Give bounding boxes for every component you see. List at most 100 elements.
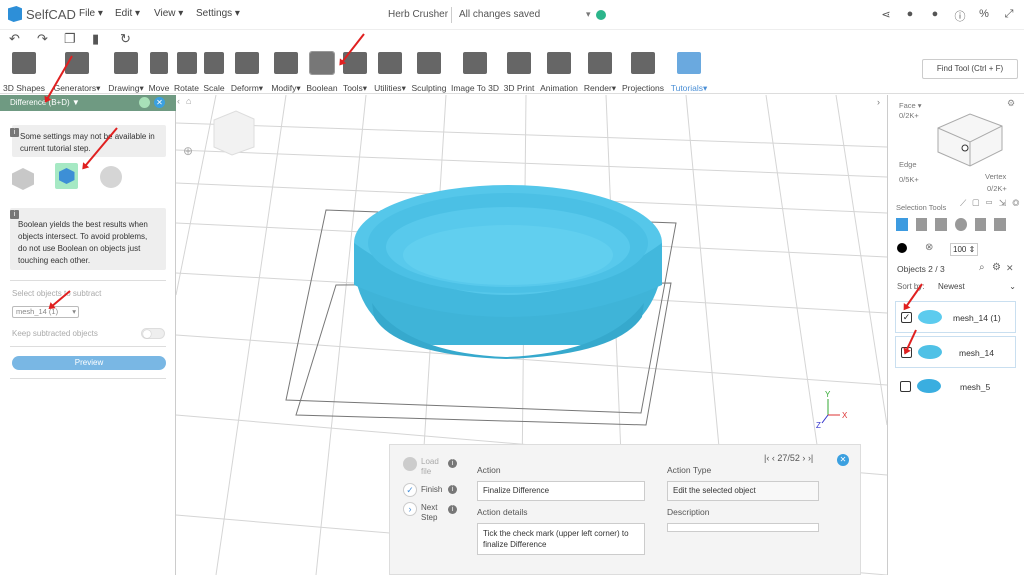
select-cube-icon[interactable] (896, 218, 908, 231)
search-icon[interactable]: ⌕ (979, 262, 985, 273)
settings-icon[interactable]: ⚙ (992, 262, 1001, 273)
texture-icon[interactable]: ⊗ (925, 242, 933, 253)
tool-image-to-3d[interactable]: Image To 3D (450, 52, 500, 93)
difference-option[interactable] (55, 163, 78, 189)
edge-label: Edge (899, 160, 917, 169)
menu-edit[interactable]: Edit ▾ (115, 8, 140, 19)
selection-tools-label: Selection Tools (896, 203, 947, 212)
tool-animation[interactable]: Animation (538, 52, 580, 93)
info-icon[interactable]: i (448, 459, 457, 468)
tool-projections[interactable]: Projections (620, 52, 666, 93)
chevron-down-icon[interactable]: ▾ (586, 9, 591, 20)
menu-view[interactable]: View ▾ (154, 8, 183, 19)
home-icon[interactable]: ⌂ (186, 96, 191, 106)
intersection-icon[interactable] (100, 166, 122, 188)
select-object-icon[interactable] (994, 218, 1007, 231)
bowl-mesh[interactable] (354, 185, 662, 359)
warning-text: Some settings may not be available in cu… (20, 132, 155, 153)
description-label: Description (667, 507, 710, 517)
tool-deform[interactable]: Deform▾ (228, 52, 266, 94)
object-name: mesh_5 (960, 382, 991, 392)
tool-drawing[interactable]: Drawing▾ (105, 52, 147, 94)
selection-cube-icon[interactable] (930, 108, 1010, 170)
next-step-icon[interactable]: › (802, 453, 805, 463)
tool-utilities[interactable]: Utilities▾ (371, 52, 409, 94)
color-swatch[interactable] (897, 243, 907, 253)
close-icon[interactable]: ✕ (1006, 263, 1014, 274)
check-icon: ✓ (403, 483, 417, 497)
step-counter: 27/52 (777, 453, 800, 463)
select-sphere-icon[interactable] (955, 218, 967, 231)
move-icon (150, 52, 168, 74)
details-label: Action details (477, 507, 528, 517)
tutorial-pager: |‹ ‹ 27/52 › ›| (764, 453, 813, 463)
object-checkbox[interactable]: ✓ (901, 312, 912, 323)
menu-settings[interactable]: Settings ▾ (196, 8, 240, 19)
info-icon[interactable]: i (448, 485, 457, 494)
last-step-icon[interactable]: ›| (808, 453, 813, 463)
preview-button[interactable]: Preview (12, 356, 166, 370)
object-checkbox[interactable] (900, 381, 911, 392)
sort-select[interactable]: Newest ⌄ (938, 282, 1016, 291)
tool-move[interactable]: Move (148, 52, 170, 93)
select-wire-icon[interactable] (915, 218, 928, 231)
collapse-right-icon[interactable]: › (877, 97, 880, 107)
tool-generators[interactable]: Generators▾ (51, 52, 103, 94)
close-panel-button[interactable]: ✕ (154, 97, 165, 108)
close-tutorial-button[interactable]: ✕ (837, 454, 849, 466)
app-logo[interactable]: SelfCAD (8, 6, 76, 22)
tool-scale[interactable]: Scale (202, 52, 226, 93)
refresh-icon[interactable]: ↻ (120, 31, 131, 47)
step-load-file[interactable]: Load file (421, 457, 443, 477)
tool-boolean[interactable]: Boolean (305, 51, 339, 93)
info-icon[interactable]: ⓘ (953, 8, 967, 24)
keep-subtracted-label: Keep subtracted objects (12, 329, 98, 338)
face-count: 0/2K+ (899, 111, 919, 120)
next-icon: › (403, 502, 417, 516)
face-mode-label[interactable]: Face ▾ (899, 101, 922, 110)
tool-modify[interactable]: Modify▾ (268, 52, 304, 94)
object-row[interactable]: mesh_5 (895, 371, 1016, 403)
menu-file[interactable]: File ▾ (79, 8, 103, 19)
object-row[interactable]: ✓ mesh_14 (895, 336, 1016, 368)
first-step-icon[interactable]: |‹ (764, 453, 769, 463)
selection-mini-icons[interactable]: ⟋▢▭⇲◎ (960, 198, 1024, 209)
tool-3d-shapes[interactable]: 3D Shapes (2, 52, 46, 93)
fullscreen-icon[interactable]: ⤢ (1002, 8, 1016, 21)
object-row[interactable]: ✓ mesh_14 (1) (895, 301, 1016, 333)
tool-3d-print[interactable]: 3D Print (502, 52, 536, 93)
objects-count: Objects 2 / 3 (897, 264, 945, 274)
tool-tutorials[interactable]: Tutorials▾ (668, 52, 710, 94)
object-thumbnail (918, 345, 942, 359)
info-icon[interactable]: i (448, 505, 457, 514)
step-finish[interactable]: Finish (421, 485, 442, 495)
projections-icon (631, 52, 655, 74)
select-half-icon[interactable] (974, 218, 987, 231)
tool-rotate[interactable]: Rotate (173, 52, 200, 93)
keep-subtracted-toggle[interactable] (141, 328, 165, 339)
tool-render[interactable]: Render▾ (582, 52, 618, 94)
undo-icon[interactable]: ↶ (9, 31, 20, 47)
collapse-left-icon[interactable]: ‹ (177, 96, 180, 106)
logo-text: SelfCAD (26, 6, 76, 22)
select-face-icon[interactable] (935, 218, 948, 231)
bell-icon[interactable]: ● (903, 8, 917, 20)
opacity-input[interactable]: 100 ⇕ (950, 243, 978, 256)
tool-sculpting[interactable]: Sculpting (410, 52, 448, 93)
find-tool-button[interactable]: Find Tool (Ctrl + F) (922, 59, 1018, 79)
orientation-cube[interactable] (213, 110, 255, 156)
subtract-select[interactable]: mesh_14 (1) ▾ (12, 306, 79, 318)
redo-icon[interactable]: ↷ (37, 31, 48, 47)
prev-step-icon[interactable]: ‹ (772, 453, 775, 463)
delete-icon[interactable]: ▮ (92, 31, 99, 47)
view-target-icon[interactable]: ⊕ (183, 144, 193, 158)
copy-icon[interactable]: ❐ (64, 31, 76, 47)
divider (10, 378, 166, 379)
percent-icon[interactable]: % (977, 8, 991, 20)
confirm-button[interactable] (139, 97, 150, 108)
user-icon[interactable]: ● (928, 8, 942, 20)
title-divider (451, 7, 452, 23)
step-next[interactable]: Next Step (421, 503, 443, 523)
share-icon[interactable]: ⋖ (879, 8, 893, 21)
document-name[interactable]: Herb Crusher (388, 9, 448, 20)
